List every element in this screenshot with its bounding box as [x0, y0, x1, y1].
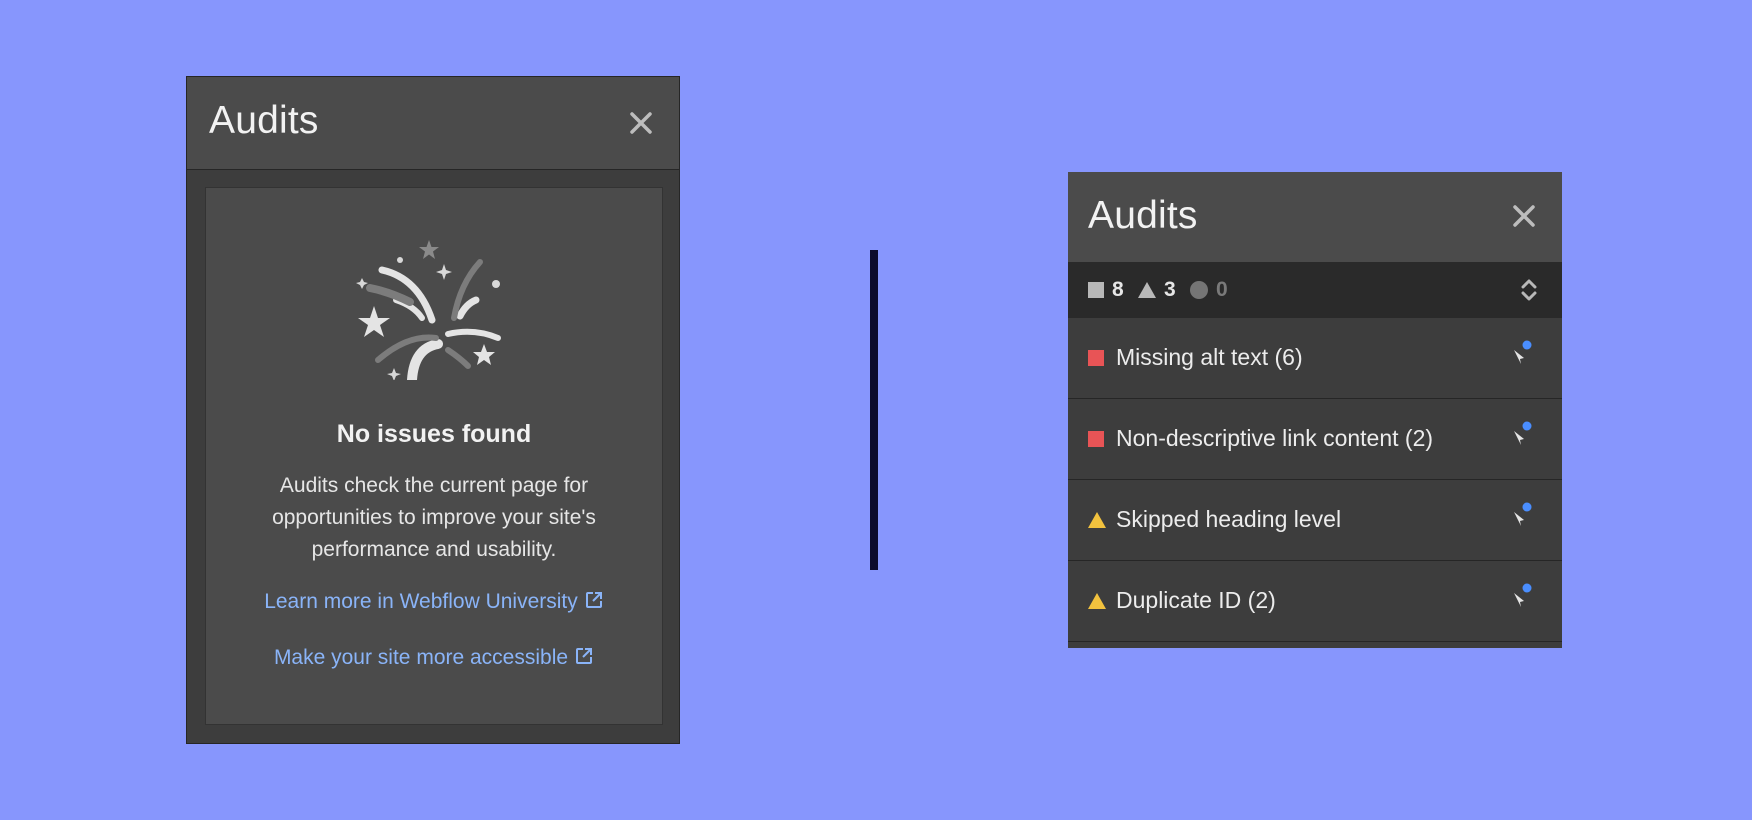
issue-row-missing-alt-text[interactable]: Missing alt text (6) [1068, 318, 1562, 399]
close-icon [630, 112, 652, 134]
element-picker-icon[interactable] [1512, 421, 1534, 447]
close-button[interactable] [1502, 194, 1546, 238]
element-picker-icon[interactable] [1512, 502, 1534, 528]
external-link-icon [585, 592, 602, 608]
empty-state-description: Audits check the current page for opport… [272, 474, 596, 561]
circle-icon [1190, 281, 1208, 299]
error-square-icon [1088, 431, 1104, 447]
link-label: Make your site more accessible [273, 646, 569, 669]
empty-state-heading: No issues found [336, 420, 532, 448]
warning-triangle-icon [1088, 593, 1106, 609]
errors-count-value: 8 [1112, 278, 1124, 301]
close-icon [1513, 205, 1535, 227]
suggestions-count-value: 0 [1216, 278, 1228, 301]
close-button[interactable] [619, 101, 663, 145]
errors-count[interactable]: 8 [1088, 262, 1124, 318]
link-label: Learn more in Webflow University [264, 590, 578, 613]
divider [870, 250, 878, 570]
panel-title: Audits [1088, 194, 1198, 237]
audits-panel-issues: Audits 8 3 0 Missing alt text (6) Non-de… [1068, 172, 1562, 648]
warnings-count[interactable]: 3 [1138, 262, 1176, 318]
fireworks-illustration-icon [356, 240, 501, 380]
triangle-icon [1138, 282, 1156, 298]
panel-header: Audits [1068, 172, 1562, 262]
empty-state-card: No issues found Audits check the current… [205, 187, 663, 725]
sort-button[interactable] [1514, 275, 1544, 305]
suggestions-count[interactable]: 0 [1190, 262, 1228, 318]
element-picker-icon[interactable] [1512, 583, 1534, 609]
error-square-icon [1088, 350, 1104, 366]
warnings-count-value: 3 [1164, 278, 1176, 301]
square-icon [1088, 282, 1104, 298]
webflow-university-link[interactable]: Learn more in Webflow University [206, 590, 662, 614]
issue-row-skipped-heading[interactable]: Skipped heading level [1068, 480, 1562, 561]
element-picker-icon[interactable] [1512, 340, 1534, 366]
issue-label: Non-descriptive link content (2) [1116, 425, 1434, 451]
accessibility-link[interactable]: Make your site more accessible [206, 646, 662, 670]
issue-label: Skipped heading level [1116, 506, 1342, 532]
issue-row-duplicate-id[interactable]: Duplicate ID (2) [1068, 561, 1562, 642]
audits-panel-empty: Audits No issues found Audits check the … [186, 76, 680, 744]
issue-row-non-descriptive-link[interactable]: Non-descriptive link content (2) [1068, 399, 1562, 480]
sort-chevrons-icon [1521, 279, 1537, 301]
panel-title: Audits [209, 99, 319, 142]
issue-summary-bar: 8 3 0 [1068, 262, 1562, 318]
issue-label: Missing alt text (6) [1116, 344, 1303, 370]
external-link-icon [576, 648, 593, 664]
warning-triangle-icon [1088, 512, 1106, 528]
issue-label: Duplicate ID (2) [1116, 587, 1276, 613]
panel-header: Audits [187, 77, 679, 170]
